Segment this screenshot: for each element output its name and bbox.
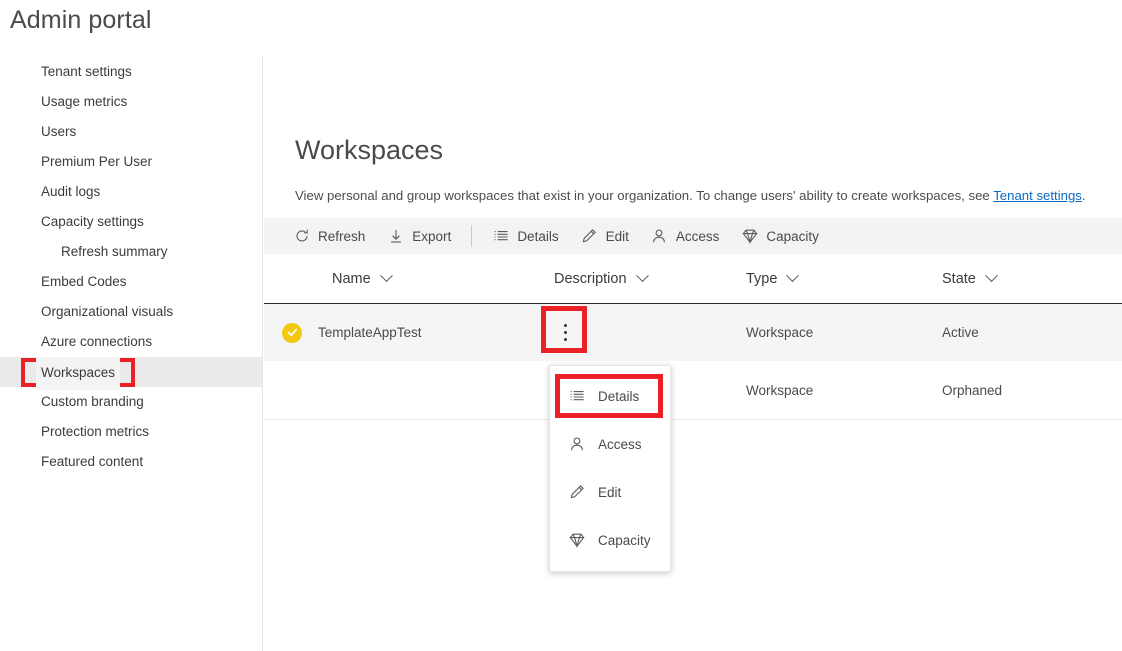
sidebar-item-label: Usage metrics — [41, 94, 127, 109]
column-header-label: Type — [746, 271, 777, 287]
download-icon — [387, 228, 404, 245]
person-icon — [651, 228, 668, 245]
column-header-description[interactable]: Description — [554, 271, 746, 287]
toolbar-separator — [471, 225, 472, 247]
cell-state: Orphaned — [942, 383, 1122, 398]
context-menu-item-label: Access — [598, 437, 642, 452]
sidebar-item-refresh-summary[interactable]: Refresh summary — [0, 237, 262, 267]
list-icon — [492, 228, 509, 245]
sidebar-item-label: Organizational visuals — [41, 304, 173, 319]
tenant-settings-link[interactable]: Tenant settings — [993, 188, 1082, 203]
column-header-state[interactable]: State — [942, 271, 1122, 287]
sidebar-item-usage-metrics[interactable]: Usage metrics — [0, 87, 262, 117]
toolbar-export-button[interactable]: Export — [376, 218, 462, 254]
toolbar-edit-button[interactable]: Edit — [570, 218, 640, 254]
page-title: Admin portal — [10, 6, 152, 35]
table-row[interactable]: WorkspaceOrphaned — [264, 362, 1122, 420]
sidebar-item-premium-per-user[interactable]: Premium Per User — [0, 147, 262, 177]
context-menu-item-edit[interactable]: Edit — [550, 468, 670, 516]
command-toolbar: Refresh Export Details Edit Access Capacity — [264, 218, 1122, 254]
cell-type: Workspace — [746, 383, 942, 398]
sidebar-item-protection-metrics[interactable]: Protection metrics — [0, 417, 262, 447]
table-row[interactable]: TemplateAppTest WorkspaceActive — [264, 304, 1122, 362]
description-text-after: . — [1082, 188, 1086, 203]
sidebar-item-organizational-visuals[interactable]: Organizational visuals — [0, 297, 262, 327]
section-description: View personal and group workspaces that … — [295, 188, 1122, 203]
sidebar-item-users[interactable]: Users — [0, 117, 262, 147]
sidebar: Tenant settings Usage metrics Users Premium… — [0, 57, 263, 651]
sidebar-item-label: Tenant settings — [41, 64, 132, 79]
column-header-label: State — [942, 271, 976, 287]
toolbar-details-button[interactable]: Details — [481, 218, 569, 254]
workspace-name: TemplateAppTest — [318, 325, 422, 340]
toolbar-button-label: Refresh — [318, 229, 365, 244]
toolbar-refresh-button[interactable]: Refresh — [282, 218, 376, 254]
sidebar-item-label: Protection metrics — [41, 424, 149, 439]
sidebar-item-capacity-settings[interactable]: Capacity settings — [0, 207, 262, 237]
content-header: Workspaces View personal and group works… — [264, 57, 1122, 203]
sidebar-item-featured-content[interactable]: Featured content — [0, 447, 262, 477]
toolbar-button-label: Details — [517, 229, 558, 244]
toolbar-button-label: Access — [676, 229, 720, 244]
sidebar-item-audit-logs[interactable]: Audit logs — [0, 177, 262, 207]
sidebar-item-label: Premium Per User — [41, 154, 152, 169]
sidebar-item-label: Capacity settings — [41, 214, 144, 229]
workspaces-table: Name Description Type State TemplateAppTest… — [264, 254, 1122, 420]
cell-state: Active — [942, 325, 1122, 340]
context-menu-item-label: Capacity — [598, 533, 651, 548]
row-context-menu: Details Access Edit Capacity — [549, 365, 671, 572]
column-header-label: Name — [332, 271, 371, 287]
main-content: Workspaces View personal and group works… — [264, 57, 1122, 651]
sidebar-item-label: Users — [41, 124, 76, 139]
sidebar-item-custom-branding[interactable]: Custom branding — [0, 387, 262, 417]
chevron-down-icon[interactable] — [380, 269, 393, 282]
check-circle-icon — [282, 323, 302, 343]
sidebar-item-label: Audit logs — [41, 184, 100, 199]
list-icon — [568, 388, 585, 405]
sidebar-item-embed-codes[interactable]: Embed Codes — [0, 267, 262, 297]
toolbar-button-label: Edit — [606, 229, 629, 244]
sidebar-item-label: Featured content — [41, 454, 143, 469]
cell-name: TemplateAppTest — [282, 323, 554, 343]
sidebar-item-tenant-settings[interactable]: Tenant settings — [0, 57, 262, 87]
highlight-box — [541, 306, 587, 353]
column-header-name[interactable]: Name — [282, 271, 554, 287]
pencil-icon — [581, 228, 598, 245]
context-menu-item-details[interactable]: Details — [550, 372, 670, 420]
sidebar-item-label: Refresh summary — [61, 244, 168, 259]
diamond-icon — [741, 228, 758, 245]
refresh-icon — [293, 228, 310, 245]
table-header-row: Name Description Type State — [264, 254, 1122, 304]
sidebar-item-label: Workspaces — [36, 357, 120, 390]
context-menu-item-access[interactable]: Access — [550, 420, 670, 468]
chevron-down-icon[interactable] — [787, 269, 800, 282]
table-body: TemplateAppTestWorkspaceActiveWorkspaceO… — [264, 304, 1122, 420]
column-header-label: Description — [554, 271, 627, 287]
toolbar-access-button[interactable]: Access — [640, 218, 731, 254]
toolbar-capacity-button[interactable]: Capacity — [730, 218, 830, 254]
cell-description — [554, 318, 746, 348]
context-menu-item-capacity[interactable]: Capacity — [550, 516, 670, 564]
chevron-down-icon[interactable] — [985, 269, 998, 282]
sidebar-item-label: Embed Codes — [41, 274, 127, 289]
cell-type: Workspace — [746, 325, 942, 340]
context-menu-item-label: Edit — [598, 485, 621, 500]
sidebar-item-label: Azure connections — [41, 334, 152, 349]
sidebar-item-workspaces[interactable]: Workspaces — [0, 357, 262, 387]
toolbar-button-label: Export — [412, 229, 451, 244]
chevron-down-icon[interactable] — [636, 269, 649, 282]
row-more-options-button[interactable] — [554, 318, 576, 348]
sidebar-item-azure-connections[interactable]: Azure connections — [0, 327, 262, 357]
context-menu-item-label: Details — [598, 389, 639, 404]
person-icon — [568, 436, 585, 453]
column-header-type[interactable]: Type — [746, 271, 942, 287]
diamond-icon — [568, 532, 585, 549]
pencil-icon — [568, 484, 585, 501]
section-title: Workspaces — [295, 137, 1122, 164]
toolbar-button-label: Capacity — [766, 229, 819, 244]
sidebar-nav-list: Tenant settings Usage metrics Users Premium… — [0, 57, 262, 477]
description-text-before: View personal and group workspaces that … — [295, 188, 993, 203]
sidebar-item-label: Custom branding — [41, 394, 144, 409]
